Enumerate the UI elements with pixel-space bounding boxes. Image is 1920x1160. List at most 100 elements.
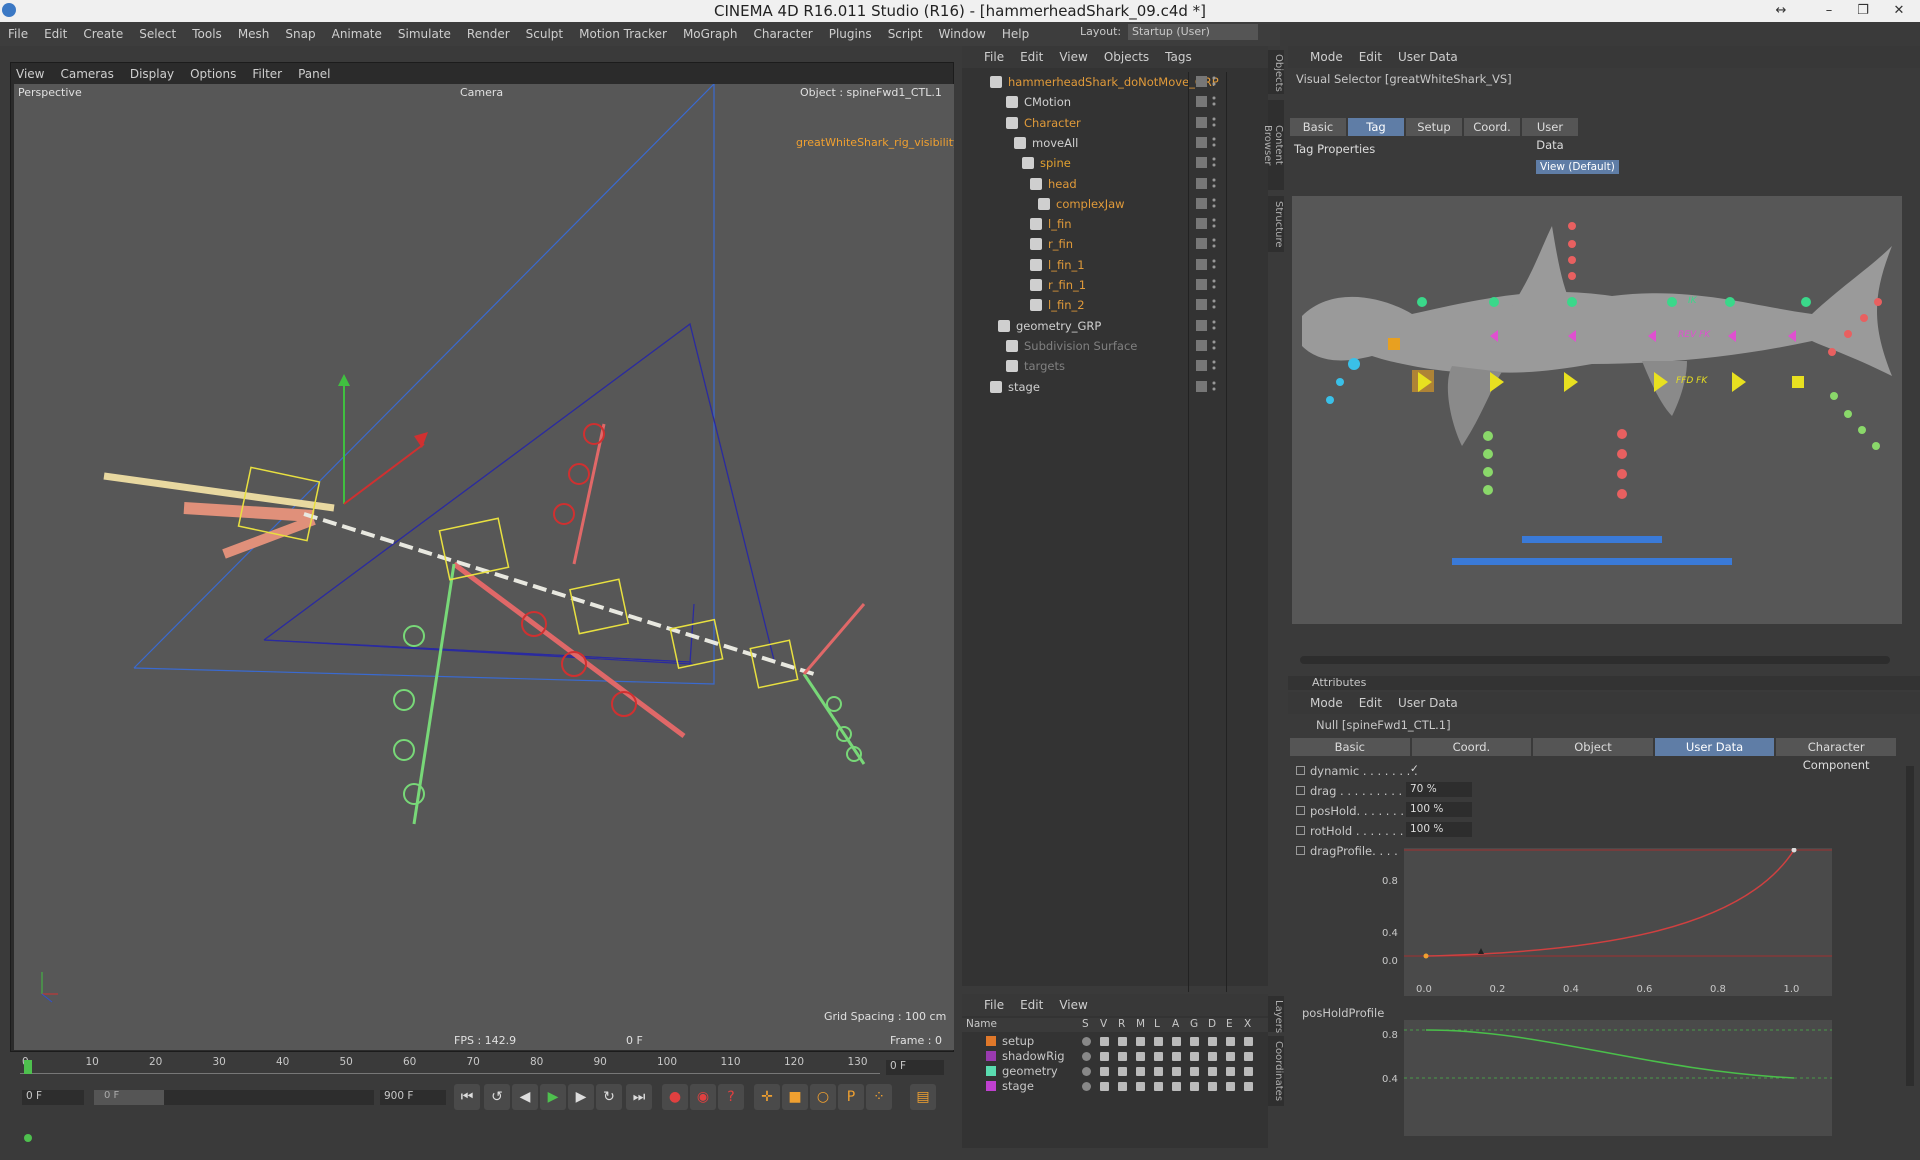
- layer-toggle-icon[interactable]: [1136, 1067, 1145, 1076]
- viewport-menu-options[interactable]: Options: [190, 67, 236, 81]
- visibility-dots-icon[interactable]: [1212, 217, 1216, 231]
- layer-toggle-icon[interactable]: [1226, 1052, 1235, 1061]
- layer-name[interactable]: setup: [1002, 1034, 1034, 1049]
- animate-toggle-icon[interactable]: [1296, 826, 1305, 835]
- layer-toggle-icon[interactable]: [1244, 1082, 1253, 1091]
- obj-menu-tags[interactable]: Tags: [1165, 50, 1192, 64]
- range-start-field[interactable]: 0 F: [94, 1090, 164, 1105]
- object-name[interactable]: targets: [1024, 356, 1065, 376]
- next-frame-icon[interactable]: ▶: [568, 1084, 594, 1110]
- layer-color-icon[interactable]: [1196, 339, 1207, 351]
- ffdfk-label[interactable]: FFD FK: [1676, 376, 1707, 386]
- layer-color-icon[interactable]: [1196, 238, 1207, 250]
- layer-row[interactable]: stage: [962, 1079, 1262, 1094]
- layer-toggle-icon[interactable]: [1172, 1037, 1181, 1046]
- next-key-icon[interactable]: ↻: [596, 1084, 622, 1110]
- layout-select[interactable]: Startup (User): [1128, 24, 1258, 40]
- visibility-dots-icon[interactable]: [1212, 115, 1216, 129]
- layer-toggle-icon[interactable]: [1136, 1037, 1145, 1046]
- start-frame-field[interactable]: 0 F: [22, 1090, 84, 1105]
- menu-plugins[interactable]: Plugins: [829, 27, 872, 41]
- layer-name[interactable]: stage: [1002, 1079, 1034, 1094]
- visibility-dots-icon[interactable]: [1212, 298, 1216, 312]
- object-name[interactable]: r_fin: [1048, 234, 1073, 254]
- object-name[interactable]: head: [1048, 174, 1077, 194]
- layer-color-icon[interactable]: [1196, 299, 1207, 311]
- visibility-dots-icon[interactable]: [1212, 135, 1216, 149]
- layer-toggle-icon[interactable]: [1226, 1067, 1235, 1076]
- menu-mesh[interactable]: Mesh: [238, 27, 270, 41]
- property-field[interactable]: 100 %: [1406, 802, 1472, 817]
- visibility-dots-icon[interactable]: [1212, 278, 1216, 291]
- layer-toggle-icon[interactable]: [1136, 1052, 1145, 1061]
- viewport-menu-view[interactable]: View: [16, 67, 44, 81]
- layer-row[interactable]: setup: [962, 1034, 1262, 1049]
- layer-row[interactable]: geometry: [962, 1064, 1262, 1079]
- resize-icon[interactable]: ↔: [1764, 0, 1798, 22]
- animate-toggle-icon[interactable]: [1296, 766, 1305, 775]
- side-tab-structure[interactable]: Structure: [1268, 196, 1284, 252]
- go-to-end-icon[interactable]: ⏭: [626, 1084, 652, 1110]
- frame-range-slider[interactable]: 0 F: [94, 1090, 374, 1105]
- visibility-dots-icon[interactable]: [1212, 75, 1216, 88]
- menu-motion-tracker[interactable]: Motion Tracker: [579, 27, 667, 41]
- timeline-layout-icon[interactable]: ▤: [910, 1084, 936, 1110]
- layer-toggle-icon[interactable]: [1136, 1082, 1145, 1091]
- layer-menu-view[interactable]: View: [1059, 998, 1087, 1012]
- attr-tab-character-component[interactable]: Character Component: [1776, 738, 1896, 772]
- object-name[interactable]: complexJaw: [1056, 194, 1125, 214]
- visibility-dots-icon[interactable]: [1212, 379, 1216, 393]
- visibility-dots-icon[interactable]: [1212, 196, 1216, 210]
- layer-name[interactable]: shadowRig: [1002, 1049, 1065, 1064]
- layer-toggle-icon[interactable]: [1190, 1037, 1199, 1046]
- timeline-ruler[interactable]: 0102030405060708090100110120130: [20, 1056, 880, 1074]
- object-row[interactable]: l_fin: [962, 214, 1268, 234]
- layer-color-icon[interactable]: [1196, 380, 1207, 392]
- parameter-key-icon[interactable]: P: [838, 1084, 864, 1110]
- vs-tab-user-data[interactable]: User Data: [1522, 118, 1578, 152]
- obj-menu-file[interactable]: File: [984, 50, 1004, 64]
- layer-color-icon[interactable]: [1196, 136, 1207, 148]
- viewport-menu-filter[interactable]: Filter: [252, 67, 282, 81]
- menu-select[interactable]: Select: [139, 27, 176, 41]
- layer-toggle-icon[interactable]: [1208, 1082, 1217, 1091]
- layer-toggle-icon[interactable]: [1154, 1052, 1163, 1061]
- layer-toggle-icon[interactable]: [1226, 1082, 1235, 1091]
- object-name[interactable]: Character: [1024, 113, 1081, 133]
- layer-toggle-icon[interactable]: [1190, 1067, 1199, 1076]
- attr-tab-coord-[interactable]: Coord.: [1411, 738, 1532, 756]
- object-name[interactable]: stage: [1008, 377, 1040, 397]
- attr-bottom-menu-user-data[interactable]: User Data: [1398, 696, 1458, 710]
- layer-toggle-icon[interactable]: [1208, 1052, 1217, 1061]
- rotation-key-icon[interactable]: ○: [810, 1084, 836, 1110]
- layer-toggle-icon[interactable]: [1154, 1067, 1163, 1076]
- vs-tab-setup[interactable]: Setup: [1406, 118, 1462, 136]
- object-name[interactable]: CMotion: [1024, 92, 1071, 112]
- attr-top-menu-mode[interactable]: Mode: [1310, 50, 1343, 64]
- vs-tab-tag[interactable]: Tag: [1348, 118, 1404, 136]
- object-row[interactable]: targets: [962, 356, 1268, 376]
- object-row[interactable]: l_fin_1: [962, 255, 1268, 275]
- object-row[interactable]: r_fin: [962, 234, 1268, 254]
- layer-toggle-icon[interactable]: [1172, 1082, 1181, 1091]
- layer-toggle-icon[interactable]: [1100, 1037, 1109, 1046]
- timeline-playhead[interactable]: [24, 1060, 32, 1074]
- view-default-button[interactable]: View (Default): [1536, 160, 1619, 174]
- attr-top-menu-edit[interactable]: Edit: [1359, 50, 1382, 64]
- animate-toggle-icon[interactable]: [1296, 846, 1305, 855]
- minimize-icon[interactable]: –: [1812, 0, 1846, 22]
- previous-frame-icon[interactable]: ◀: [512, 1084, 538, 1110]
- property-field[interactable]: 100 %: [1406, 822, 1472, 837]
- object-name[interactable]: spine: [1040, 153, 1071, 173]
- layer-toggle-icon[interactable]: [1118, 1052, 1127, 1061]
- play-icon[interactable]: ▶: [540, 1084, 566, 1110]
- obj-menu-objects[interactable]: Objects: [1104, 50, 1149, 64]
- object-name[interactable]: l_fin: [1048, 214, 1071, 234]
- layer-toggle-icon[interactable]: [1118, 1067, 1127, 1076]
- side-tab-objects[interactable]: Objects: [1268, 50, 1284, 94]
- menu-render[interactable]: Render: [467, 27, 510, 41]
- object-row[interactable]: Subdivision Surface: [962, 336, 1268, 356]
- layer-color-icon[interactable]: [1196, 258, 1207, 270]
- property-field[interactable]: 70 %: [1406, 782, 1472, 797]
- layer-toggle-icon[interactable]: [1118, 1082, 1127, 1091]
